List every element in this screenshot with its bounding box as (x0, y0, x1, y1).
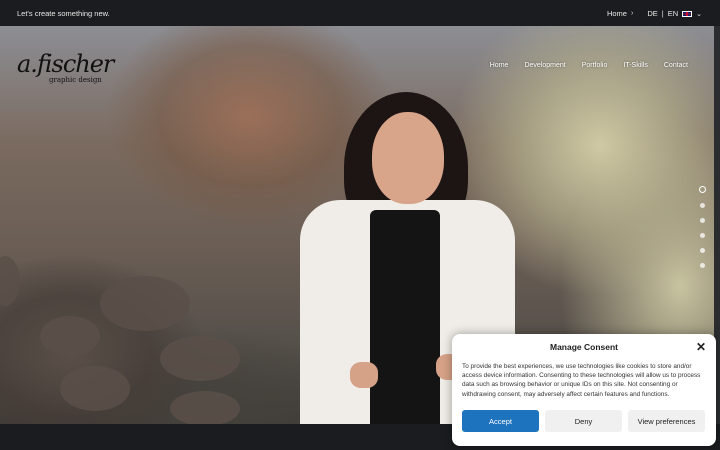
view-preferences-button[interactable]: View preferences (628, 410, 705, 432)
top-bar-right: Home › DE | EN ⌄ (607, 9, 702, 18)
rock (40, 316, 100, 356)
rock (60, 366, 130, 411)
top-bar: Let's create something new. Home › DE | … (0, 0, 720, 26)
nav-item-contact[interactable]: Contact (656, 62, 696, 69)
slider-dot[interactable] (700, 248, 705, 253)
slider-dot[interactable] (700, 218, 705, 223)
tagline: Let's create something new. (17, 9, 110, 18)
nav-item-home[interactable]: Home (482, 62, 517, 69)
rock (100, 276, 190, 331)
deny-button[interactable]: Deny (545, 410, 622, 432)
nav-item-it-skills[interactable]: IT-Skills (615, 62, 656, 69)
consent-buttons: Accept Deny View preferences (462, 410, 705, 432)
chevron-down-icon[interactable]: ⌄ (696, 10, 702, 18)
consent-title: Manage Consent (549, 342, 618, 352)
nav-item-development[interactable]: Development (516, 62, 573, 69)
close-icon[interactable]: ✕ (696, 340, 706, 354)
rock (160, 336, 240, 381)
logo-subtitle: graphic design (49, 76, 102, 84)
home-link[interactable]: Home (607, 9, 627, 18)
site-logo[interactable]: a.fischer graphic design (17, 50, 114, 84)
slider-dots (699, 186, 706, 268)
main-nav: Home Development Portfolio IT-Skills Con… (482, 62, 696, 69)
lang-en-link[interactable]: EN (668, 9, 678, 18)
chevron-right-icon: › (630, 10, 634, 17)
consent-message: To provide the best experiences, we use … (462, 363, 701, 398)
cookie-consent-dialog: Manage Consent ✕ To provide the best exp… (452, 334, 716, 446)
rock (170, 391, 240, 424)
slider-dot[interactable] (700, 203, 705, 208)
logo-signature: a.fischer (17, 50, 114, 78)
slider-dot-active[interactable] (699, 186, 706, 193)
nav-item-portfolio[interactable]: Portfolio (574, 62, 616, 69)
uk-flag-icon (682, 10, 693, 17)
rock (0, 256, 20, 306)
slider-dot[interactable] (700, 233, 705, 238)
lang-de-link[interactable]: DE (647, 9, 657, 18)
slider-dot[interactable] (700, 263, 705, 268)
lang-separator: | (661, 9, 664, 18)
accept-button[interactable]: Accept (462, 410, 539, 432)
